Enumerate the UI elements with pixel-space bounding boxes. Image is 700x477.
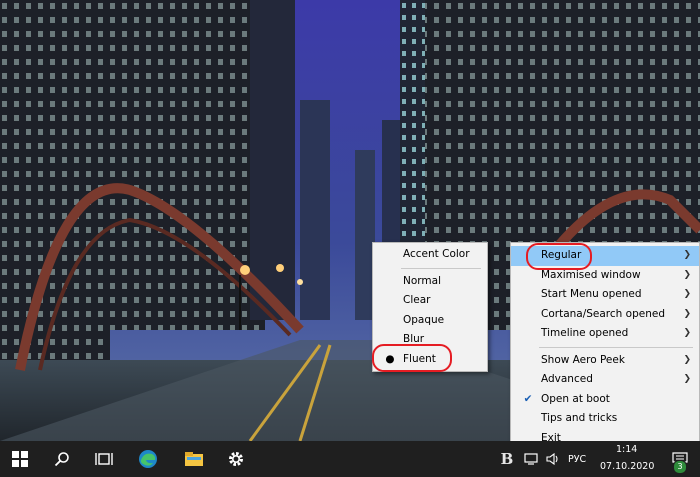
menu-item-cortana-search-opened[interactable]: Cortana/Search opened ❯ (511, 305, 699, 325)
accent-color-header: Accent Color (373, 245, 487, 265)
checkmark-icon: ✔ (523, 392, 533, 405)
chevron-right-icon: ❯ (683, 289, 691, 299)
accent-color-menu: Accent Color Normal Clear Opaque Blur ● … (372, 242, 488, 372)
menu-item-advanced[interactable]: Advanced ❯ (511, 370, 699, 390)
chevron-right-icon: ❯ (683, 354, 691, 365)
chevron-right-icon: ❯ (683, 308, 691, 319)
network-icon[interactable] (520, 441, 542, 477)
edge-icon[interactable] (128, 441, 168, 477)
menu-item-label: Cortana/Search opened (541, 307, 665, 320)
accent-item-clear[interactable]: Clear (373, 291, 487, 311)
menu-item-label: Maximised window (541, 268, 641, 281)
clock-time[interactable]: 1:14 (616, 444, 637, 455)
menu-separator (539, 346, 693, 348)
file-explorer-icon[interactable] (174, 441, 214, 477)
menu-item-label: Timeline opened (541, 327, 629, 339)
search-icon[interactable] (42, 441, 82, 477)
accent-item-label: Blur (403, 333, 425, 345)
windows-start-icon[interactable] (0, 441, 40, 477)
volume-icon[interactable] (542, 441, 564, 477)
notification-count: 3 (677, 462, 683, 471)
menu-item-tips-and-tricks[interactable]: Tips and tricks (511, 409, 699, 429)
radio-bullet-icon: ● (385, 352, 395, 365)
notification-count-badge: 3 (673, 460, 687, 474)
task-view-icon[interactable] (84, 441, 124, 477)
menu-item-label: Start Menu opened (541, 288, 642, 300)
accent-item-fluent[interactable]: ● Fluent (373, 350, 487, 370)
menu-item-start-menu-opened[interactable]: Start Menu opened ❯ (511, 285, 699, 305)
clock-date[interactable]: 07.10.2020 (600, 461, 654, 472)
menu-item-label: Open at boot (541, 392, 610, 405)
chevron-right-icon: ❯ (683, 328, 691, 338)
menu-item-label: Advanced (541, 373, 593, 385)
accent-item-label: Normal (403, 274, 441, 287)
menu-item-label: Regular (541, 249, 582, 261)
menu-item-open-at-boot[interactable]: ✔ Open at boot (511, 390, 699, 410)
accent-item-blur[interactable]: Blur (373, 330, 487, 350)
taskbar: B РУС 1:14 07.10.2020 3 (0, 441, 700, 477)
settings-gear-icon[interactable] (216, 441, 256, 477)
accent-color-header-label: Accent Color (403, 248, 470, 260)
accent-item-label: Clear (403, 294, 431, 306)
chevron-right-icon: ❯ (683, 250, 691, 260)
accent-item-opaque[interactable]: Opaque (373, 311, 487, 331)
menu-item-label: Show Aero Peek (541, 353, 625, 366)
accent-item-normal[interactable]: Normal (373, 272, 487, 292)
menu-separator (401, 267, 481, 269)
menu-item-timeline-opened[interactable]: Timeline opened ❯ (511, 324, 699, 344)
accent-item-label: Opaque (403, 313, 445, 326)
menu-item-show-aero-peek[interactable]: Show Aero Peek ❯ (511, 351, 699, 371)
tray-context-menu: Regular ❯ Maximised window ❯ Start Menu … (510, 242, 700, 448)
menu-item-label: Tips and tricks (541, 412, 618, 424)
accent-item-label: Fluent (403, 352, 436, 365)
taskbar-tweaker-tray-icon[interactable]: B (496, 441, 518, 477)
input-language[interactable]: РУС (568, 454, 586, 465)
chevron-right-icon: ❯ (683, 269, 691, 280)
chevron-right-icon: ❯ (683, 374, 691, 384)
menu-item-maximised-window[interactable]: Maximised window ❯ (511, 266, 699, 286)
menu-item-regular[interactable]: Regular ❯ (511, 246, 699, 266)
